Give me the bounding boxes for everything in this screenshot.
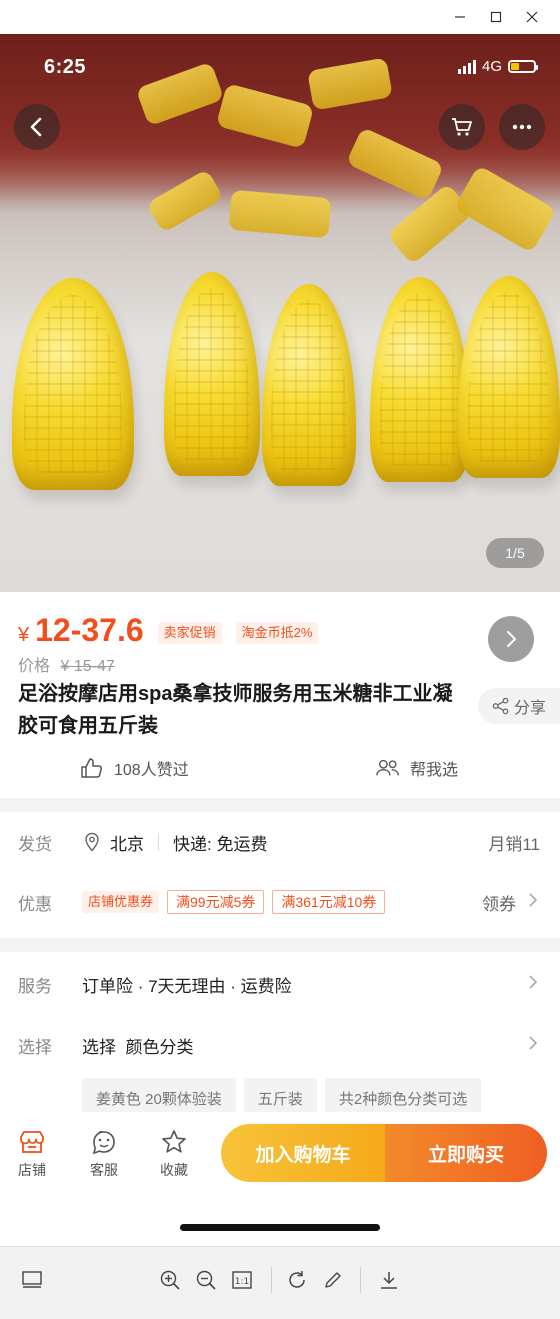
minimize-icon[interactable] (446, 4, 474, 30)
corn-candy (12, 278, 134, 490)
actual-size-icon[interactable]: 1:1 (229, 1267, 255, 1293)
discount-row[interactable]: 优惠 店铺优惠券 满99元减5券 满361元减10券 领券 (0, 872, 560, 932)
corn-candy (458, 276, 560, 478)
shipping-row: 发货 北京 快递: 免运费 月销11 (0, 812, 560, 872)
zoom-in-icon[interactable] (157, 1267, 183, 1293)
customer-service-button[interactable]: 客服 (90, 1128, 118, 1180)
service-value: 订单险 · 7天无理由 · 运费险 (82, 976, 292, 996)
service-row[interactable]: 服务 订单险 · 7天无理由 · 运费险 (0, 954, 560, 1014)
shipping-content: 北京 快递: 免运费 (82, 830, 267, 855)
monthly-sales: 月销11 (488, 834, 540, 854)
shop-button[interactable]: 店铺 (18, 1128, 46, 1180)
corn-candy (262, 284, 356, 486)
battery-icon (508, 60, 538, 73)
bottom-action-bar: 店铺 客服 收藏 加入购物车 立即购买 (0, 1112, 560, 1246)
chevron-right-icon (526, 974, 540, 995)
rotate-icon[interactable] (284, 1267, 310, 1293)
back-button[interactable] (14, 104, 60, 150)
next-button[interactable] (488, 616, 534, 662)
signal-icon (457, 59, 476, 74)
select-row[interactable]: 选择 选择 颜色分类 (0, 1015, 560, 1075)
chevron-right-icon (507, 631, 516, 647)
select-chevron (526, 1035, 540, 1056)
shop-icon (20, 1131, 44, 1153)
service-label: 服务 (18, 976, 52, 996)
download-icon[interactable] (376, 1267, 402, 1293)
sidebar-toggle-icon[interactable] (19, 1267, 45, 1293)
home-indicator[interactable] (180, 1224, 380, 1231)
location-icon (85, 832, 99, 852)
price-card: ¥ 12-37.6 卖家促销 淘金币抵2% 价格 ¥ 15-47 足浴按摩店用s… (0, 592, 560, 798)
select-value: 选择 颜色分类 (82, 1037, 194, 1057)
help-choose-label: 帮我选 (410, 762, 459, 779)
favorite-label: 收藏 (160, 1162, 188, 1178)
shipping-express: 快递: 免运费 (173, 834, 268, 854)
cart-button[interactable] (439, 104, 485, 150)
share-button[interactable]: 分享 (478, 688, 560, 724)
shop-coupon-tag: 店铺优惠券 (82, 891, 160, 913)
select-label: 选择 (18, 1037, 52, 1057)
corn-candy (164, 272, 260, 476)
service-chevron (526, 974, 540, 995)
coupon-361[interactable]: 满361元减10券 (272, 890, 386, 914)
back-arrow-icon (30, 117, 42, 137)
coin-tag: 淘金币抵2% (235, 622, 319, 644)
help-choose-button[interactable]: 帮我选 (376, 756, 458, 780)
cart-icon (452, 118, 472, 136)
shipping-label: 发货 (18, 834, 52, 854)
share-icon (492, 697, 509, 715)
share-label: 分享 (513, 700, 546, 717)
customer-service-label: 客服 (90, 1162, 118, 1178)
window-titlebar (0, 0, 560, 34)
toolbar-divider (271, 1267, 272, 1293)
claim-coupon-button[interactable]: 领券 (482, 890, 540, 915)
image-counter: 1/5 (486, 538, 544, 568)
original-price-label: 价格 (18, 658, 51, 675)
favorite-button[interactable]: 收藏 (160, 1128, 188, 1180)
chevron-right-icon (526, 1035, 540, 1056)
network-type: 4G (481, 58, 502, 75)
star-icon (162, 1130, 186, 1153)
status-indicators: 4G (457, 58, 538, 75)
shop-label: 店铺 (18, 1162, 46, 1178)
divider (158, 833, 159, 851)
viewer-toolbar: 1:1 (0, 1246, 560, 1319)
claim-coupon-label: 领券 (482, 894, 516, 914)
status-time: 6:25 (44, 56, 87, 78)
original-price: 价格 ¥ 15-47 (18, 652, 115, 676)
currency-symbol: ¥ (18, 624, 30, 646)
chat-face-icon (92, 1130, 115, 1155)
wrapped-candy (228, 189, 332, 239)
likes-button[interactable]: 108人赞过 (80, 756, 189, 780)
chevron-right-icon (526, 892, 540, 913)
edit-pencil-icon[interactable] (320, 1267, 346, 1293)
svg-text:1:1: 1:1 (235, 1277, 249, 1287)
shipping-location: 北京 (110, 834, 144, 854)
buy-now-button[interactable]: 立即购买 (385, 1124, 547, 1182)
add-to-cart-button[interactable]: 加入购物车 (221, 1124, 385, 1182)
more-dots-icon (512, 124, 532, 130)
product-title: 足浴按摩店用spa桑拿技师服务用玉米糖非工业凝胶可食用五斤装 (18, 683, 453, 737)
close-icon[interactable] (518, 4, 546, 30)
toolbar-divider (360, 1267, 361, 1293)
discount-content: 店铺优惠券 满99元减5券 满361元减10券 (82, 890, 393, 914)
people-icon (376, 759, 399, 776)
shipping-card: 发货 北京 快递: 免运费 月销11 优惠 店铺优惠券 满99元减5券 满361… (0, 812, 560, 938)
price-row: ¥ 12-37.6 卖家促销 淘金币抵2% (18, 612, 319, 649)
thumbs-up-icon (81, 758, 102, 778)
corn-candy (370, 277, 470, 482)
maximize-icon[interactable] (482, 4, 510, 30)
likes-count: 108人赞过 (114, 762, 189, 779)
more-button[interactable] (499, 104, 545, 150)
original-price-value: ¥ 15-47 (60, 658, 115, 675)
coupon-99[interactable]: 满99元减5券 (167, 890, 265, 914)
service-card: 服务 订单险 · 7天无理由 · 运费险 选择 选择 颜色分类 姜黄色 20颗体… (0, 952, 560, 1122)
price-value: 12-37.6 (35, 612, 144, 648)
zoom-out-icon[interactable] (193, 1267, 219, 1293)
promo-tag: 卖家促销 (157, 622, 222, 644)
discount-label: 优惠 (18, 894, 52, 914)
